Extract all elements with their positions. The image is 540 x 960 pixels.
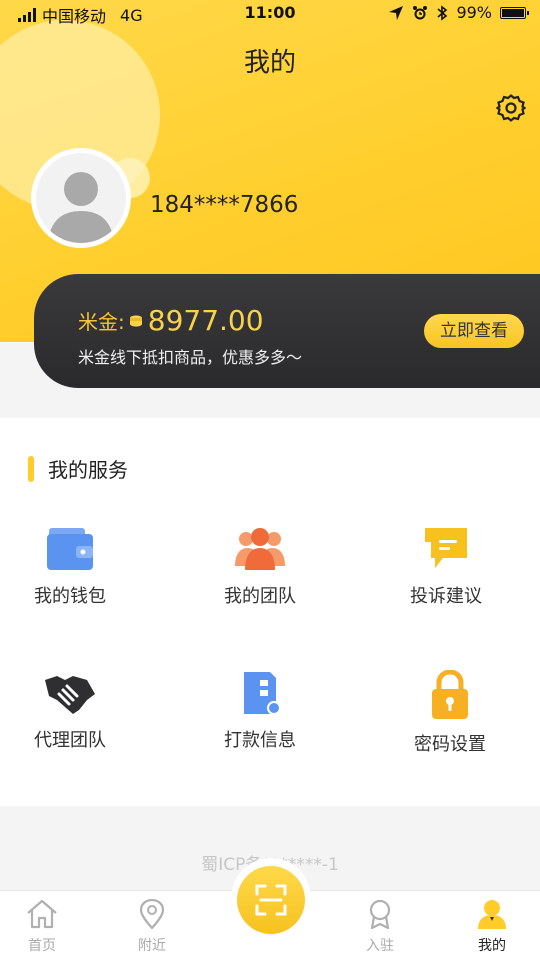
service-my-wallet[interactable]: 我的钱包 [0,526,160,608]
service-payment-info[interactable]: 打款信息 [170,670,350,752]
service-label: 我的钱包 [34,586,106,607]
status-bar: 中国移动 4G 11:00 99% [0,0,540,26]
alarm-icon [413,5,428,19]
services-panel: 我的服务 我的钱包 我的团队 投诉建议 代理团队 打款信息 密码设置 [0,418,540,806]
scan-button[interactable] [237,866,305,934]
service-my-team[interactable]: 我的团队 [170,526,350,608]
coin-icon [129,315,142,326]
tab-label: 首页 [28,938,56,954]
person-icon [478,900,506,929]
handshake-icon [45,676,95,714]
bluetooth-icon [437,4,448,21]
scan-icon [255,884,287,916]
tab-mine[interactable]: 我的 [452,899,532,955]
wallet-amount: 8977.00 [147,304,264,337]
home-icon [27,899,57,929]
service-agent-team[interactable]: 代理团队 [0,670,160,752]
battery-icon [500,6,529,19]
service-label: 密码设置 [414,734,486,755]
section-accent-bar [28,455,34,482]
service-label: 代理团队 [34,730,106,751]
badge-icon [369,899,391,930]
lock-icon [432,670,468,719]
feedback-icon [425,528,467,568]
section-title: 我的服务 [48,458,128,482]
wallet-label: 米金: [78,310,125,334]
tab-nearby[interactable]: 附近 [112,898,192,955]
team-icon [235,528,285,570]
page-title: 我的 [243,48,296,78]
location-icon [139,898,165,930]
gear-icon[interactable] [496,93,526,123]
service-feedback[interactable]: 投诉建议 [356,526,536,608]
battery-percent: 99% [456,3,492,22]
service-password-settings[interactable]: 密码设置 [360,670,540,756]
payment-doc-icon [244,672,281,715]
tab-label: 入驻 [366,938,394,954]
location-arrow-icon [389,5,404,20]
section-header: 我的服务 [28,454,128,483]
wallet-icon [47,528,93,570]
service-label: 我的团队 [224,586,296,607]
service-label: 投诉建议 [410,586,482,607]
tab-settle-in[interactable]: 入驻 [340,899,420,955]
wallet-description: 米金线下抵扣商品，优惠多多～ [78,348,303,367]
avatar[interactable] [31,148,131,248]
service-label: 打款信息 [224,730,296,751]
tab-home[interactable]: 首页 [2,899,82,955]
tab-label: 我的 [478,938,506,954]
user-phone: 184****7866 [150,192,299,218]
view-now-button[interactable]: 立即查看 [424,314,524,348]
tab-label: 附近 [138,938,166,954]
default-avatar-icon [48,172,114,243]
wallet-card: 米金: 8977.00 米金线下抵扣商品，优惠多多～ 立即查看 [34,274,540,388]
